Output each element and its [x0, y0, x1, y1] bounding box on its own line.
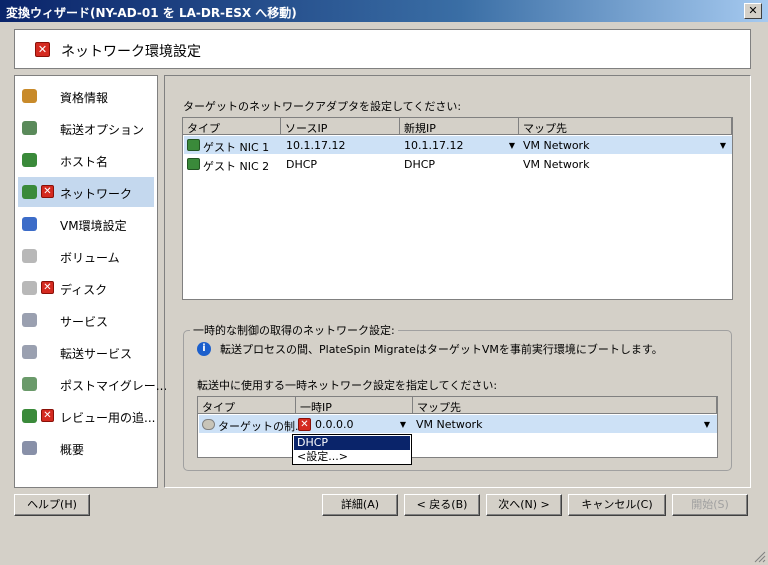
adapter-prompt: ターゲットのネットワークアダプタを設定してください:: [183, 100, 462, 113]
nic-new-ip[interactable]: 10.1.17.12: [404, 136, 463, 154]
column-header-new-ip[interactable]: 新規IP: [400, 118, 519, 135]
nic-source-ip: DHCP: [286, 158, 318, 171]
column-header-type[interactable]: タイプ: [183, 118, 281, 135]
summary-icon: [22, 441, 37, 455]
sidebar-item-label: 概要: [60, 443, 85, 457]
sidebar-item[interactable]: ✕ ネットワーク: [18, 177, 154, 207]
sidebar-item[interactable]: 概要: [18, 433, 154, 463]
details-button[interactable]: 詳細(A): [322, 494, 398, 516]
dropdown-option-configure[interactable]: <設定...>: [294, 450, 410, 464]
gear-icon: [22, 345, 37, 359]
next-button[interactable]: 次へ(N) >: [486, 494, 562, 516]
sidebar-item-label: ディスク: [60, 283, 108, 297]
user-key-icon: [22, 89, 37, 103]
sidebar-item[interactable]: 転送オプション: [18, 113, 154, 143]
review-icon: [22, 409, 37, 423]
column-header-map[interactable]: マップ先: [519, 118, 732, 135]
sidebar-item[interactable]: ポストマイグレー...: [18, 369, 167, 399]
wizard-header: ✕ ネットワーク環境設定: [14, 29, 751, 69]
nic-type: ゲスト NIC 2: [203, 160, 270, 173]
sidebar-item[interactable]: サービス: [18, 305, 154, 335]
sidebar-item-label: サービス: [60, 315, 109, 329]
dropdown-option-dhcp[interactable]: DHCP: [294, 436, 410, 450]
sidebar-item-label: ボリューム: [60, 251, 120, 265]
nic-map[interactable]: VM Network: [523, 136, 589, 154]
nic-new-ip[interactable]: DHCP: [404, 155, 435, 173]
sidebar-item-label: VM環境設定: [60, 219, 127, 233]
post-migration-icon: [22, 377, 37, 391]
error-icon: ✕: [41, 185, 54, 198]
new-ip-dropdown-arrow[interactable]: ▼: [505, 139, 519, 153]
column-header-type[interactable]: タイプ: [198, 397, 296, 414]
info-text: 転送プロセスの間、PlateSpin MigrateはターゲットVMを事前実行環…: [220, 343, 663, 356]
error-icon: ✕: [298, 418, 311, 431]
temp-ip-dropdown-arrow[interactable]: ▼: [396, 418, 410, 432]
sidebar-item-label: ネットワーク: [60, 187, 133, 201]
nic-map[interactable]: VM Network: [523, 155, 589, 173]
temp-map-dropdown-arrow[interactable]: ▼: [700, 418, 714, 432]
volume-icon: [22, 249, 37, 263]
sidebar-item-label: ポストマイグレー...: [60, 379, 168, 393]
sidebar-item-label: 転送サービス: [60, 347, 133, 361]
column-header-map[interactable]: マップ先: [413, 397, 717, 414]
column-header-temp-ip[interactable]: 一時IP: [296, 397, 413, 414]
error-icon: ✕: [35, 42, 50, 57]
close-button[interactable]: ✕: [744, 3, 762, 19]
sidebar-item[interactable]: ホスト名: [18, 145, 154, 175]
sidebar-item[interactable]: 資格情報: [18, 81, 154, 111]
group-title: 一時的な制御の取得のネットワーク設定:: [190, 322, 398, 338]
resize-grip-icon[interactable]: [752, 549, 766, 563]
info-icon: i: [197, 342, 211, 356]
title-bar[interactable]: 変換ウィザード(NY-AD-01 を LA-DR-ESX へ移動) ✕: [0, 0, 768, 22]
page-title: ネットワーク環境設定: [61, 44, 201, 60]
host-icon: [22, 153, 37, 167]
network-icon: [22, 185, 37, 199]
back-button[interactable]: < 戻る(B): [404, 494, 480, 516]
sidebar-item[interactable]: ✕ レビュー用の追...: [18, 401, 156, 431]
nic-type: ゲスト NIC 1: [203, 141, 270, 154]
temp-map[interactable]: VM Network: [416, 415, 482, 433]
sidebar-item-label: ホスト名: [60, 155, 109, 169]
nic-source-ip: 10.1.17.12: [286, 139, 346, 152]
sidebar-item-label: レビュー用の追...: [60, 411, 156, 425]
target-icon: [202, 419, 215, 430]
error-icon: ✕: [41, 281, 54, 294]
window-title: 変換ウィザード(NY-AD-01 を LA-DR-ESX へ移動): [6, 6, 297, 20]
temp-network-prompt: 転送中に使用する一時ネットワーク設定を指定してください:: [197, 379, 498, 392]
disk-icon: [22, 281, 37, 295]
sidebar-item-label: 転送オプション: [60, 123, 145, 137]
nic-icon: [187, 139, 200, 151]
temp-ip[interactable]: 0.0.0.0: [315, 415, 353, 433]
adapter-grid[interactable]: タイプ ソースIP 新規IP マップ先 ゲスト NIC 1 10.1.17.12…: [182, 117, 733, 300]
sidebar-item[interactable]: ボリューム: [18, 241, 154, 271]
map-dropdown-arrow[interactable]: ▼: [716, 139, 730, 153]
nic-icon: [187, 158, 200, 170]
sidebar-item-label: 資格情報: [60, 91, 109, 105]
temp-type: ターゲットの制...: [218, 420, 306, 433]
sidebar-item[interactable]: ✕ ディスク: [18, 273, 154, 303]
vm-config-icon: [22, 217, 37, 231]
transfer-options-icon: [22, 121, 37, 135]
column-header-source-ip[interactable]: ソースIP: [281, 118, 400, 135]
temp-network-grid[interactable]: タイプ 一時IP マップ先 ターゲットの制... ✕ 0.0.0.0 ▼ VM …: [197, 396, 718, 458]
error-icon: ✕: [41, 409, 54, 422]
cancel-button[interactable]: キャンセル(C): [568, 494, 666, 516]
sidebar-item[interactable]: VM環境設定: [18, 209, 154, 239]
gear-icon: [22, 313, 37, 327]
help-button[interactable]: ヘルプ(H): [14, 494, 90, 516]
temp-ip-dropdown-list[interactable]: DHCP <設定...>: [292, 434, 412, 465]
sidebar-item[interactable]: 転送サービス: [18, 337, 154, 367]
start-button[interactable]: 開始(S): [672, 494, 748, 516]
